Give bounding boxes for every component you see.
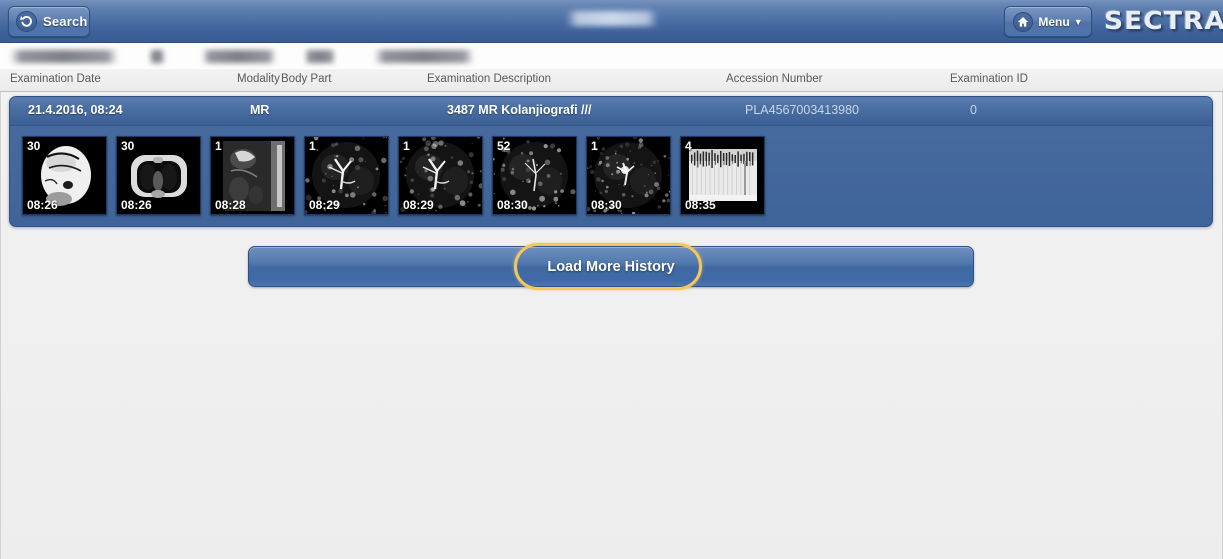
search-button[interactable]: Search bbox=[8, 6, 90, 37]
series-image-count: 1 bbox=[403, 139, 410, 153]
series-thumbnail-tray: 30 08:26 30 08:26 1 08:28 1 08:29 1 08:2… bbox=[10, 126, 1212, 226]
series-time: 08:35 bbox=[685, 198, 716, 212]
series-time: 08:28 bbox=[215, 198, 246, 212]
series-time: 08:30 bbox=[591, 198, 622, 212]
column-header-accession-number[interactable]: Accession Number bbox=[726, 73, 823, 85]
load-more-history-button[interactable]: Load More History bbox=[248, 246, 974, 287]
column-header-body-part[interactable]: Body Part bbox=[281, 73, 332, 85]
patient-name-redacted bbox=[10, 50, 118, 63]
examination-panel: 21.4.2016, 08:24 MR 3487 MR Kolanjiograf… bbox=[9, 96, 1213, 227]
chevron-down-icon: ▼ bbox=[1073, 16, 1083, 27]
column-header-examination-id[interactable]: Examination ID bbox=[950, 73, 1028, 85]
patient-sex-redacted bbox=[150, 50, 164, 63]
undo-arrow-icon bbox=[16, 11, 37, 32]
series-time: 08:26 bbox=[27, 198, 58, 212]
examination-date-value: 21.4.2016, 08:24 bbox=[28, 103, 123, 117]
column-header-examination-description[interactable]: Examination Description bbox=[427, 73, 551, 85]
examination-modality-value: MR bbox=[250, 103, 270, 117]
examination-header-row[interactable]: 21.4.2016, 08:24 MR 3487 MR Kolanjiograf… bbox=[10, 97, 1212, 126]
column-header-modality[interactable]: Modality bbox=[237, 73, 280, 85]
series-time: 08:29 bbox=[309, 198, 340, 212]
series-time: 08:29 bbox=[403, 198, 434, 212]
examination-accession-value: PLA4567003413980 bbox=[745, 103, 860, 117]
examination-id-value: 0 bbox=[970, 103, 977, 117]
series-image-count: 30 bbox=[121, 139, 135, 153]
series-image-count: 52 bbox=[497, 139, 511, 153]
series-thumbnail[interactable]: 4 08:35 bbox=[680, 136, 765, 215]
patient-info-bar bbox=[0, 43, 1223, 69]
column-header-row: Examination Date Modality Body Part Exam… bbox=[0, 69, 1223, 92]
top-header-bar: Search Menu ▼ SECTRA bbox=[0, 0, 1223, 43]
series-thumbnail[interactable]: 30 08:26 bbox=[116, 136, 201, 215]
patient-age-redacted bbox=[305, 50, 335, 63]
home-icon bbox=[1013, 11, 1034, 32]
series-image-count: 30 bbox=[27, 139, 41, 153]
series-thumbnail[interactable]: 1 08:28 bbox=[210, 136, 295, 215]
series-thumbnail[interactable]: 1 08:29 bbox=[398, 136, 483, 215]
search-button-label: Search bbox=[43, 14, 88, 29]
patient-id-redacted bbox=[374, 50, 474, 63]
header-patient-name-redacted bbox=[566, 11, 658, 26]
series-image-count: 4 bbox=[685, 139, 692, 153]
sectra-logo: SECTRA bbox=[1104, 6, 1223, 35]
series-time: 08:30 bbox=[497, 198, 528, 212]
series-thumbnail[interactable]: 1 08:29 bbox=[304, 136, 389, 215]
menu-button-label: Menu bbox=[1038, 14, 1070, 29]
examination-description-value: 3487 MR Kolanjiografi /// bbox=[447, 103, 592, 117]
series-time: 08:26 bbox=[121, 198, 152, 212]
patient-birthdate-redacted bbox=[202, 50, 276, 63]
series-image-count: 1 bbox=[309, 139, 316, 153]
series-image-count: 1 bbox=[591, 139, 598, 153]
series-image-count: 1 bbox=[215, 139, 222, 153]
series-thumbnail[interactable]: 30 08:26 bbox=[22, 136, 107, 215]
menu-button[interactable]: Menu ▼ bbox=[1004, 6, 1092, 37]
series-thumbnail[interactable]: 52 08:30 bbox=[492, 136, 577, 215]
series-thumbnail[interactable]: 1 08:30 bbox=[586, 136, 671, 215]
column-header-examination-date[interactable]: Examination Date bbox=[10, 73, 101, 85]
sectra-patient-history-page: Search Menu ▼ SECTRA Examination Date Mo… bbox=[0, 0, 1223, 559]
load-more-history-container: Load More History bbox=[248, 243, 974, 290]
